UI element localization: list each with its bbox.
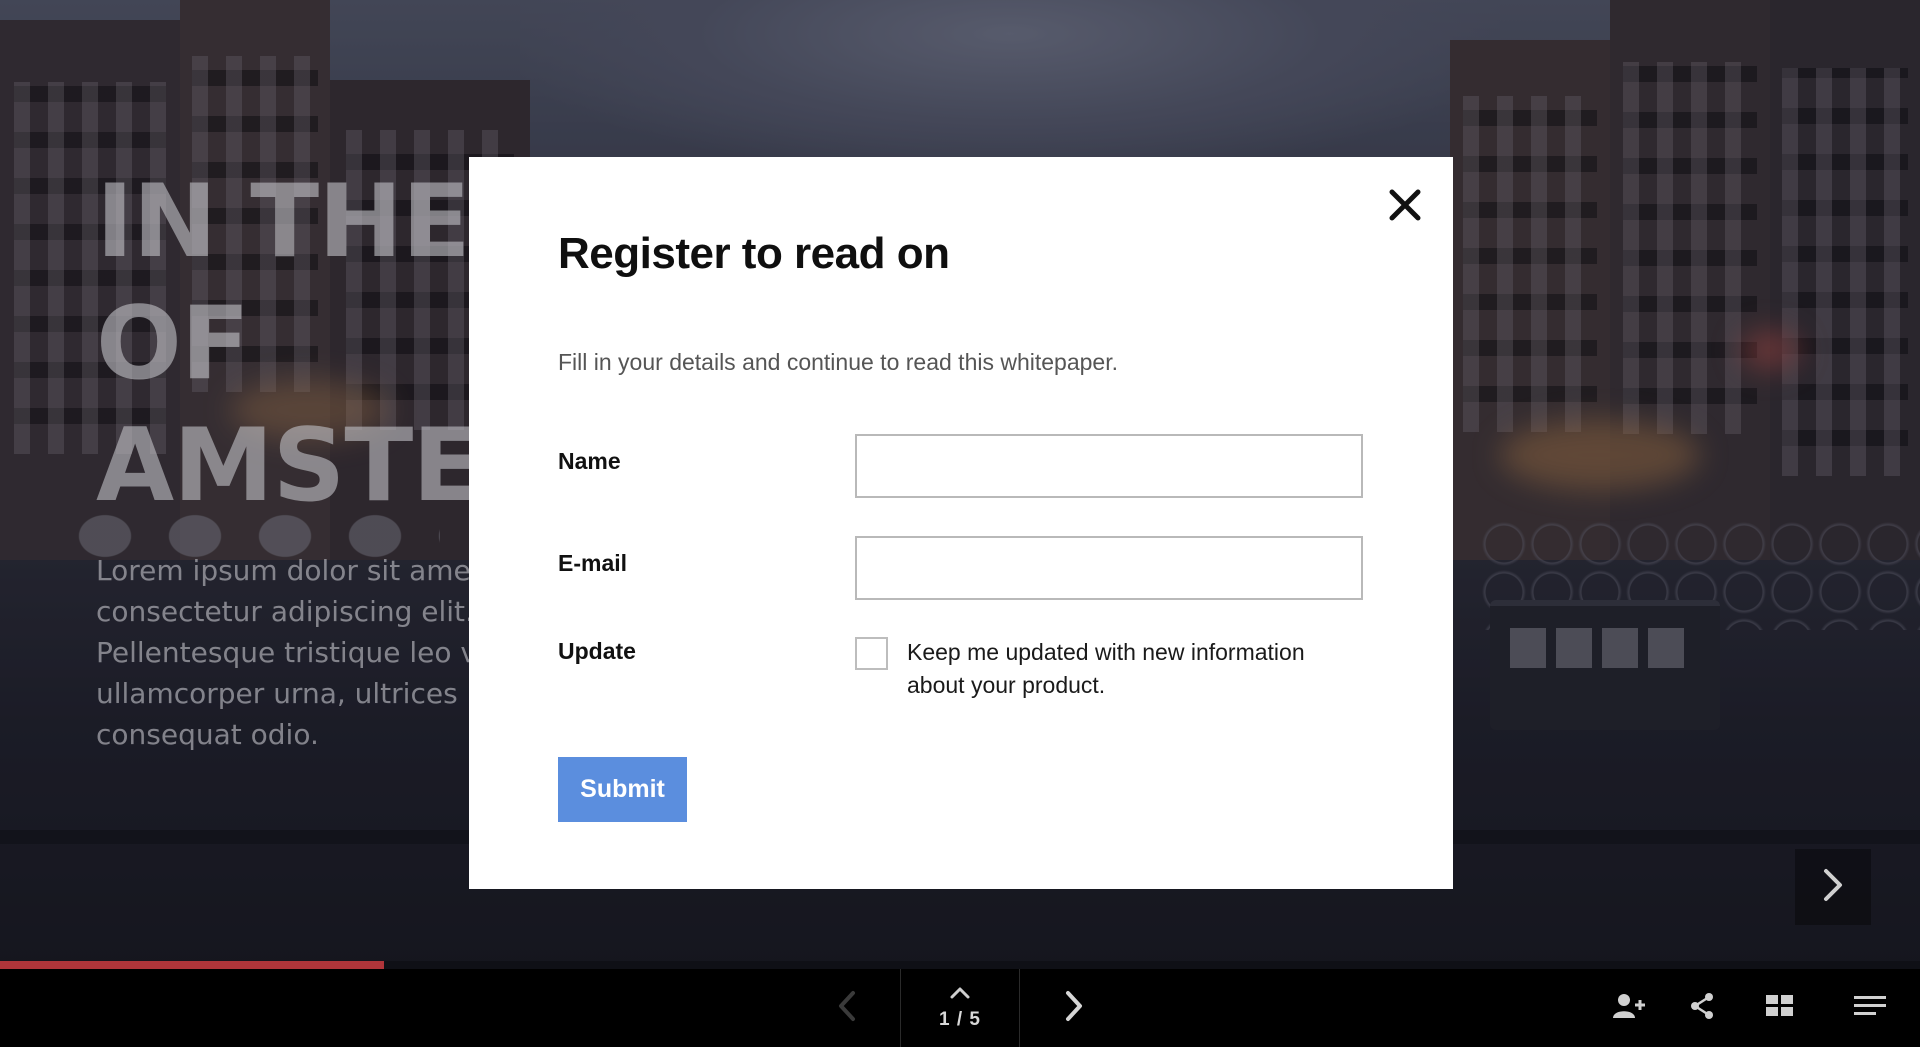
add-user-button[interactable] xyxy=(1604,983,1654,1033)
share-button[interactable] xyxy=(1677,983,1727,1033)
email-label: E-mail xyxy=(558,550,628,576)
close-button[interactable] xyxy=(1383,185,1427,229)
chevron-left-icon xyxy=(836,989,858,1028)
page-indicator: 1 / 5 xyxy=(900,969,1020,1047)
chevron-right-icon xyxy=(1063,989,1085,1028)
previous-page-button[interactable] xyxy=(822,983,872,1033)
submit-button[interactable]: Submit xyxy=(558,757,687,822)
name-input[interactable] xyxy=(855,434,1363,498)
bottom-toolbar: 1 / 5 xyxy=(0,969,1920,1047)
close-icon xyxy=(1388,188,1422,227)
next-slide-button[interactable] xyxy=(1795,849,1871,925)
grid-icon xyxy=(1765,994,1795,1023)
register-modal: Register to read on Fill in your details… xyxy=(469,157,1453,889)
grid-view-button[interactable] xyxy=(1755,983,1805,1033)
update-label: Update xyxy=(558,638,636,664)
share-icon xyxy=(1689,992,1715,1025)
next-page-button[interactable] xyxy=(1049,983,1099,1033)
chevron-up-icon[interactable] xyxy=(949,986,971,1005)
menu-icon xyxy=(1853,994,1887,1023)
menu-button[interactable] xyxy=(1845,983,1895,1033)
progress-fill xyxy=(0,961,384,969)
add-user-icon xyxy=(1612,992,1646,1025)
progress-track xyxy=(0,961,1920,969)
update-checkbox[interactable] xyxy=(855,637,888,670)
page-count: 1 / 5 xyxy=(939,1008,981,1030)
name-label: Name xyxy=(558,448,621,474)
chevron-right-icon xyxy=(1818,865,1848,910)
modal-title: Register to read on xyxy=(558,229,950,278)
email-input[interactable] xyxy=(855,536,1363,600)
modal-description: Fill in your details and continue to rea… xyxy=(558,349,1118,375)
update-checkbox-text: Keep me updated with new information abo… xyxy=(907,639,1305,698)
